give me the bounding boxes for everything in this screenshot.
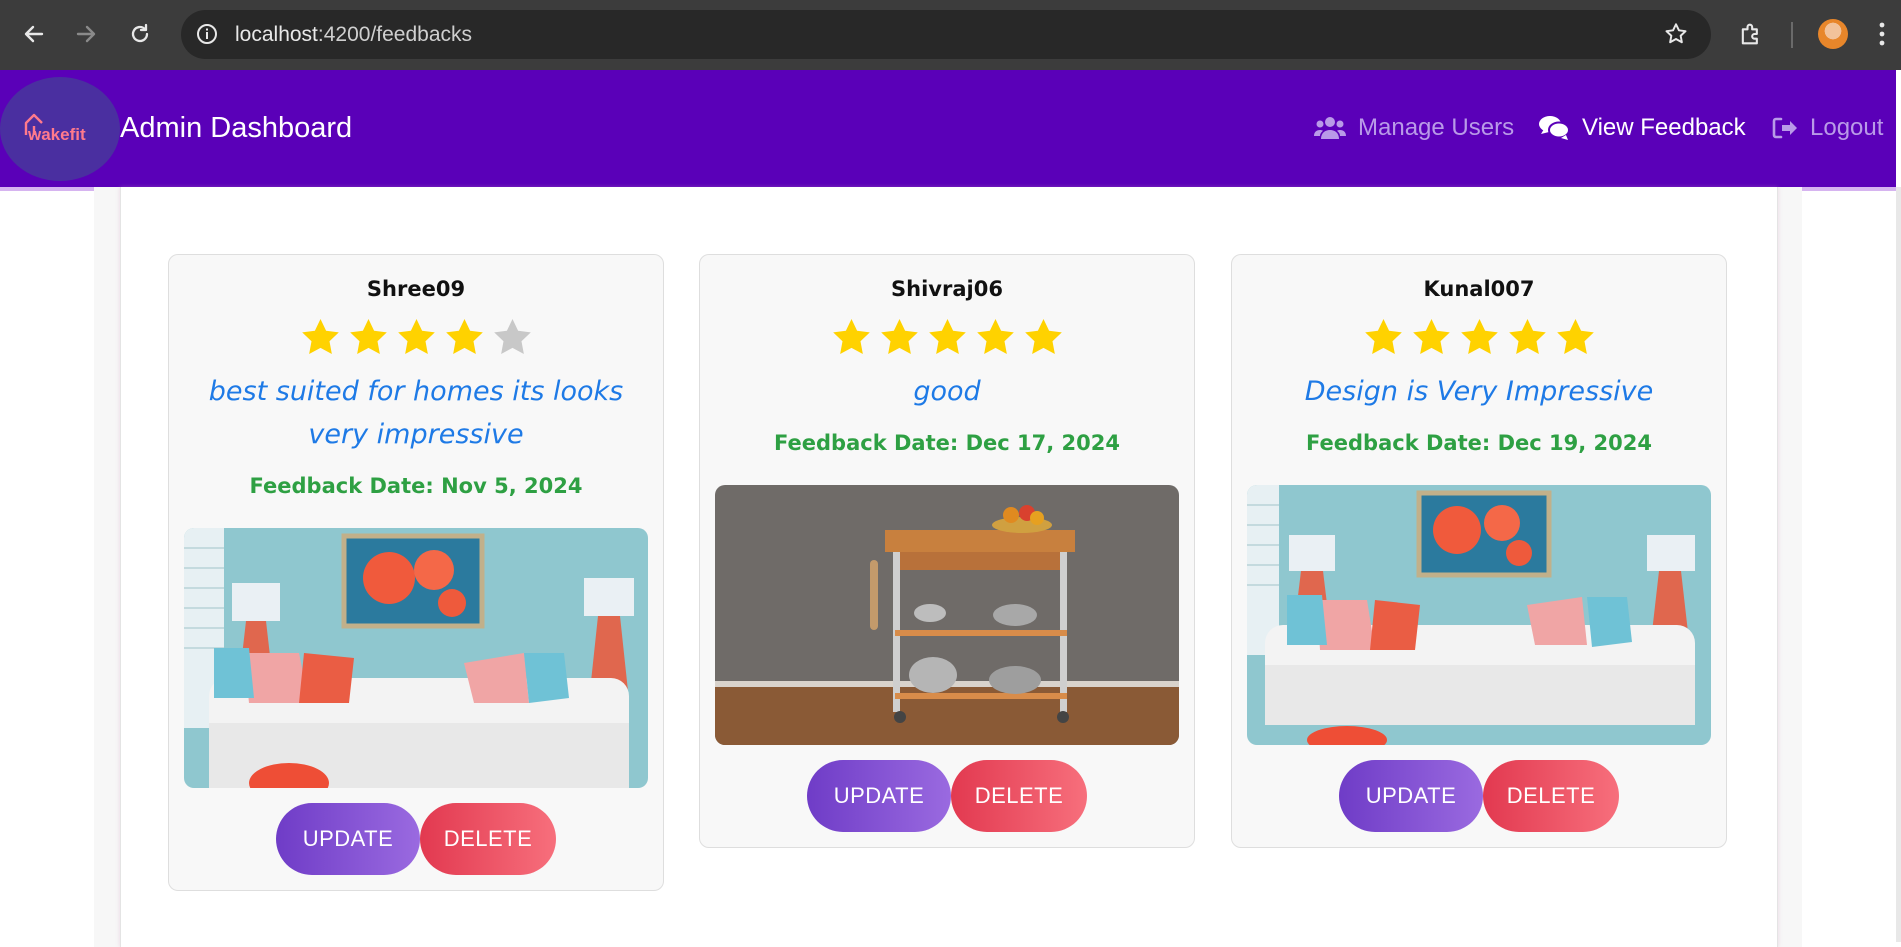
logo-text: wakefit (28, 125, 86, 144)
nav-logout-label: Logout (1810, 114, 1884, 141)
address-bar[interactable]: localhost:4200/feedbacks (181, 10, 1711, 59)
update-button[interactable]: UPDATE (1339, 760, 1483, 832)
rating-stars (169, 317, 663, 356)
users-icon (1314, 117, 1346, 139)
feedback-username: Kunal007 (1423, 277, 1535, 301)
star-filled-icon (928, 319, 966, 354)
update-button[interactable]: UPDATE (807, 760, 951, 832)
comments-icon (1539, 116, 1570, 140)
logout-icon (1772, 117, 1797, 139)
product-image (1247, 485, 1711, 745)
star-filled-icon (1364, 319, 1402, 354)
nav-manage-users-label: Manage Users (1358, 114, 1515, 141)
feedback-date: Feedback Date: Dec 19, 2024 (1306, 431, 1652, 455)
nav-view-feedback[interactable]: View Feedback (1538, 114, 1746, 142)
delete-button[interactable]: DELETE (951, 760, 1087, 832)
card-actions: UPDATE DELETE (700, 760, 1194, 832)
rating-stars (1232, 317, 1726, 356)
card-actions: UPDATE DELETE (1232, 760, 1726, 832)
feedback-card: Kunal007 Design is Very Impressive Feedb… (1231, 254, 1727, 848)
feedback-comment: good (913, 376, 981, 407)
nav-logout[interactable]: Logout (1772, 114, 1883, 142)
update-button[interactable]: UPDATE (276, 803, 420, 875)
star-filled-icon (880, 319, 918, 354)
nav-view-feedback-label: View Feedback (1582, 114, 1746, 141)
wakefit-logo[interactable]: wakefit (0, 77, 120, 181)
star-filled-icon (832, 319, 870, 354)
feedback-card: Shree09 best suited for homes its looks … (168, 254, 664, 891)
feedback-comment: Design is Very Impressive (1304, 376, 1654, 407)
reload-icon[interactable] (120, 14, 160, 54)
app-title: Admin Dashboard (120, 112, 353, 144)
star-filled-icon (397, 319, 435, 354)
site-info-icon[interactable] (195, 22, 219, 51)
delete-button[interactable]: DELETE (1483, 760, 1619, 832)
card-actions: UPDATE DELETE (169, 803, 663, 875)
bookmark-star-icon[interactable] (1663, 21, 1689, 52)
back-icon[interactable] (14, 14, 54, 54)
star-filled-icon (1556, 319, 1594, 354)
profile-avatar[interactable] (1818, 19, 1848, 49)
feedback-date: Feedback Date: Nov 5, 2024 (249, 474, 583, 498)
star-filled-icon (1460, 319, 1498, 354)
toolbar-divider (1791, 22, 1793, 48)
feedback-date: Feedback Date: Dec 17, 2024 (774, 431, 1120, 455)
delete-button[interactable]: DELETE (420, 803, 556, 875)
rating-stars (700, 317, 1194, 356)
browser-chrome: localhost:4200/feedbacks (0, 0, 1901, 70)
url-text[interactable]: localhost:4200/feedbacks (235, 23, 472, 47)
star-filled-icon (445, 319, 483, 354)
product-image (184, 528, 648, 788)
star-filled-icon (301, 319, 339, 354)
star-filled-icon (349, 319, 387, 354)
feedback-username: Shree09 (366, 277, 466, 301)
page-scrollbar[interactable] (1896, 187, 1901, 942)
forward-icon[interactable] (66, 14, 106, 54)
star-filled-icon (976, 319, 1014, 354)
product-image (715, 485, 1179, 745)
nav-manage-users[interactable]: Manage Users (1314, 114, 1514, 142)
app-header: wakefit Admin Dashboard Manage Users Vie… (0, 70, 1896, 191)
star-empty-icon (493, 319, 531, 354)
feedback-comment: best suited for homes its looks very imp… (208, 376, 624, 450)
star-filled-icon (1508, 319, 1546, 354)
menu-kebab-icon[interactable] (1878, 21, 1886, 52)
feedback-card: Shivraj06 good Feedback Date: Dec 17, 20… (699, 254, 1195, 848)
star-filled-icon (1412, 319, 1450, 354)
feedback-username: Shivraj06 (891, 277, 1003, 301)
extensions-icon[interactable] (1737, 20, 1765, 53)
star-filled-icon (1024, 319, 1062, 354)
